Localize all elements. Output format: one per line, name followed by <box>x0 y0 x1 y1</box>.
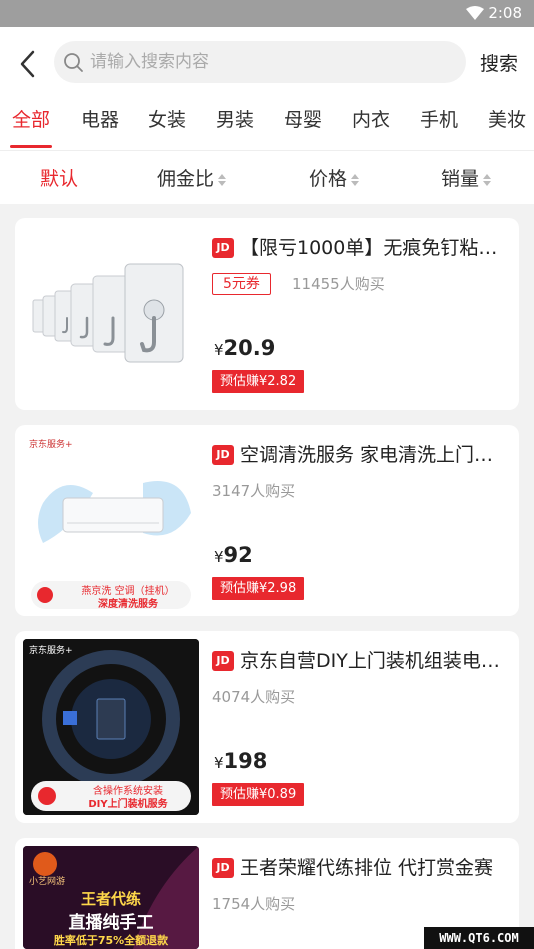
price-value: 92 <box>223 543 253 567</box>
sort-price-label: 价格 <box>309 168 348 190</box>
wifi-icon <box>466 6 484 20</box>
price-value: 198 <box>223 749 268 773</box>
image-caption-line3: 胜率低于75%全额退款 <box>53 934 169 947</box>
sort-sales-label: 销量 <box>441 168 480 190</box>
price-currency: ¥ <box>214 548 224 566</box>
image-caption-line2: DIY上门装机服务 <box>88 799 168 810</box>
tab-mother-baby[interactable]: 母婴 <box>284 105 322 132</box>
product-title: 空调清洗服务 家电清洗上门服务 <box>240 444 508 466</box>
price-value: 20.9 <box>223 336 276 360</box>
tab-underwear[interactable]: 内衣 <box>352 105 390 132</box>
price-currency: ¥ <box>214 754 224 772</box>
tab-womens-clothing[interactable]: 女装 <box>148 105 186 132</box>
search-box[interactable] <box>54 41 466 83</box>
image-caption-line2: 深度清洗服务 <box>98 599 158 609</box>
sales-count: 4074人购买 <box>212 688 296 706</box>
image-brand-text: 京东服务+ <box>29 440 73 450</box>
sales-count: 1754人购买 <box>212 895 296 913</box>
image-logo-text: 小艺网游 <box>29 877 66 887</box>
tab-appliances[interactable]: 电器 <box>81 105 119 132</box>
sales-count: 11455人购买 <box>292 275 385 293</box>
product-image: 小艺网游 王者代练 直播纯手工 胜率低于75%全额退款 <box>23 846 199 949</box>
sort-arrows-icon <box>351 173 360 186</box>
product-image: 京东服务+ 燕京洗 空调（挂机） 深度清洗服务 <box>23 433 199 609</box>
search-input[interactable] <box>90 41 450 83</box>
search-icon <box>64 53 83 72</box>
price-currency: ¥ <box>214 341 224 359</box>
coupon-badge: 5元券 <box>212 273 271 295</box>
product-title: 王者荣耀代练排位 代打赏金赛 <box>240 857 494 879</box>
sort-sales[interactable]: 销量 <box>441 164 492 191</box>
product-price: ¥20.9 <box>214 336 275 360</box>
product-card[interactable]: 京东服务+ 燕京洗 空调（挂机） 深度清洗服务 JD 空调清洗服务 家电清洗上门… <box>15 425 519 616</box>
status-time: 2:08 <box>488 4 522 22</box>
product-card[interactable]: JD 【限亏1000单】无痕免钉粘钩贴挂钩 5元券 11455人购买 ¥20.9… <box>15 218 519 410</box>
jd-platform-badge: JD <box>212 445 234 465</box>
jd-platform-badge: JD <box>212 238 234 258</box>
sort-price[interactable]: 价格 <box>309 164 360 191</box>
back-arrow-icon[interactable] <box>14 48 42 80</box>
adhesive-hooks-illustration <box>23 226 199 402</box>
status-bar: 2:08 <box>0 0 534 27</box>
top-bar: 搜索 <box>0 27 534 101</box>
tab-mens-clothing[interactable]: 男装 <box>216 105 254 132</box>
product-title: 京东自营DIY上门装机组装电脑服务 <box>240 650 508 672</box>
estimated-earning: 预估赚¥0.89 <box>212 783 305 806</box>
image-brand-text: 京东服务+ <box>29 646 73 656</box>
sort-arrows-icon <box>218 173 227 186</box>
tab-beauty[interactable]: 美妆 <box>488 105 526 132</box>
estimated-earning: 预估赚¥2.98 <box>212 577 305 600</box>
sales-count: 3147人购买 <box>212 482 296 500</box>
tab-phones[interactable]: 手机 <box>420 105 458 132</box>
tab-all[interactable]: 全部 <box>12 105 50 132</box>
sort-default[interactable]: 默认 <box>40 164 78 191</box>
product-price: ¥92 <box>214 543 253 567</box>
image-caption-line1: 王者代练 <box>80 890 141 908</box>
image-caption-line2: 直播纯手工 <box>68 913 154 933</box>
sort-bar: 默认 佣金比 价格 销量 <box>0 151 534 204</box>
active-tab-indicator <box>10 145 52 148</box>
category-tabs: 全部 电器 女装 男装 母婴 内衣 手机 美妆 <box>0 101 534 151</box>
jd-platform-badge: JD <box>212 651 234 671</box>
product-card[interactable]: 京东服务+ 含操作系统安装 DIY上门装机服务 JD 京东自营DIY上门装机组装… <box>15 631 519 823</box>
jd-platform-badge: JD <box>212 858 234 878</box>
search-button[interactable]: 搜索 <box>480 49 518 76</box>
product-image <box>23 226 199 402</box>
sort-commission-label: 佣金比 <box>157 168 215 190</box>
product-price: ¥198 <box>214 749 267 773</box>
sort-commission[interactable]: 佣金比 <box>157 164 227 191</box>
product-title: 【限亏1000单】无痕免钉粘钩贴挂钩 <box>240 237 508 259</box>
sort-arrows-icon <box>483 173 492 186</box>
sort-default-label: 默认 <box>40 168 79 190</box>
product-image: 京东服务+ 含操作系统安装 DIY上门装机服务 <box>23 639 199 815</box>
site-watermark: WWW.QT6.COM <box>424 927 534 949</box>
estimated-earning: 预估赚¥2.82 <box>212 370 305 393</box>
